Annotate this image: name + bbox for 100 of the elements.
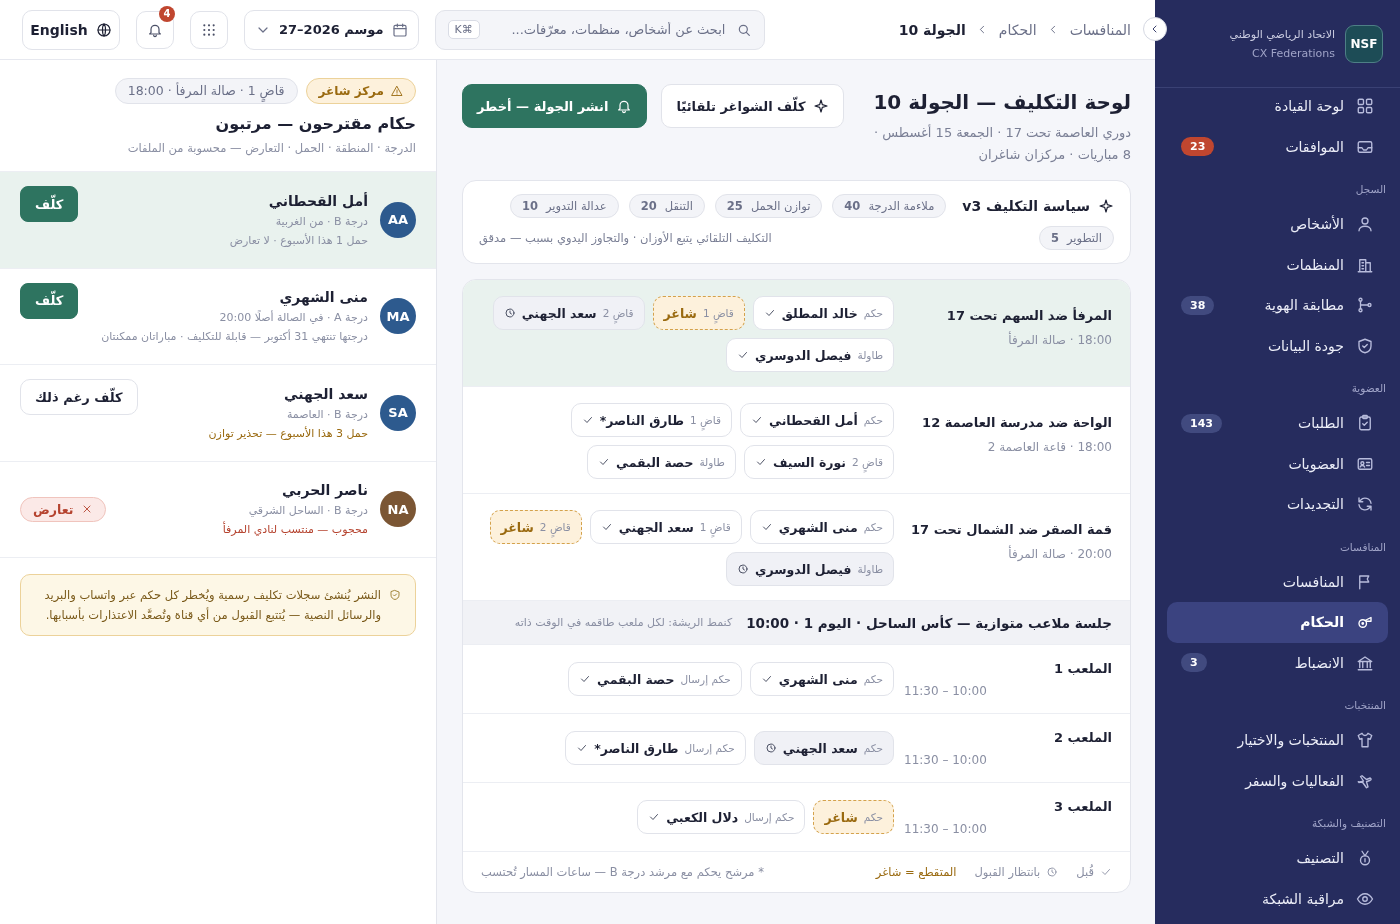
sidebar-item[interactable]: الأشخاص [1167,204,1388,245]
auto-assign-button[interactable]: كلّف الشواغر تلقائيًا [661,84,845,128]
bell-icon [616,98,633,114]
sidebar-item[interactable]: الحكام [1167,602,1388,643]
breadcrumb-link[interactable]: الحكام [998,21,1037,38]
assignment-chip[interactable]: قاضٍ 2 نورة السيف [743,445,894,479]
sidebar-item[interactable]: الفعاليات والسفر [1167,760,1388,801]
breadcrumb-link[interactable]: المنافسات [1069,21,1131,38]
check-icon [754,456,767,468]
avatar: MA [380,298,416,335]
sidebar-item[interactable]: العضويات [1167,443,1388,484]
candidate-detail: درجة B · العاصمة [285,407,368,421]
vacant-slot[interactable]: حكم شاغر [813,800,894,834]
legend-note: * مرشح يحكم مع مرشد درجة B — ساعات المسار تُحتسب [481,865,764,879]
assignment-chip[interactable]: قاضٍ 1 طارق الناصر* [570,403,732,437]
court-time: 10:00 – 11:30 [903,752,988,767]
match-meta: 18:00 · صالة المرفأ [1007,333,1112,347]
sidebar-item[interactable]: جودة البيانات [1167,325,1388,366]
check-icon [581,414,594,426]
match-title: قمة الصقر ضد الشمال تحت 17 [910,522,1112,537]
sidebar-item[interactable]: التصنيف [1167,838,1388,879]
vacant-slot[interactable]: قاضٍ 1 شاغر [652,296,745,330]
logo: NSF [1345,24,1383,63]
assignment-chip[interactable]: حكم إرسال طارق الناصر* [565,731,746,765]
org-name: الاتحاد الرياضي الوطني [1229,27,1335,41]
count-badge: 143 [1181,413,1222,433]
refresh-icon [1356,495,1374,514]
avatar: SA [380,394,416,431]
notification-badge: 4 [159,5,175,22]
sidebar-item[interactable]: التجديدات [1167,484,1388,525]
shirt-icon [1356,731,1374,750]
assignment-chip[interactable]: قاضٍ 2 سعد الجهني [492,296,645,330]
sidebar-item[interactable]: المنظمات [1167,244,1388,285]
vacant-slot[interactable]: قاضٍ 2 شاغر [489,510,582,544]
person-icon [1356,215,1374,234]
check-icon [760,521,773,533]
match-row[interactable]: الواحة ضد مدرسة العاصمة 12 18:00 · قاعة العاصمة 2 حكم أمل القحطاني قاضٍ 1 طارق الناصر* قاضٍ 2 نورة السيف طاولة حصة البقمي [463,387,1130,494]
assignment-chip[interactable]: حكم سعد الجهني [753,731,894,765]
collapse-button[interactable] [1143,17,1167,41]
panel-title: حكام مقترحون — مرتبون [214,114,416,133]
sidebar-item[interactable]: لوحة القيادة [1167,86,1388,127]
match-row[interactable]: المرفأ ضد السهم تحت 17 18:00 · صالة المرفأ حكم خالد المطلق قاضٍ 1 شاغر قاضٍ 2 سعد الجهني طاولة فيصل الدوسري [463,280,1130,387]
language-button[interactable]: English [22,9,120,50]
section-heading: المنتخبات [1343,698,1387,713]
slot-info: قاضٍ 1 · صالة المرفأ · 18:00 [114,78,298,104]
sidebar-item[interactable]: المنتخبات والاختيار [1167,720,1388,761]
assignment-chip[interactable]: حكم أمل القحطاني [740,403,894,437]
assignment-chip[interactable]: حكم إرسال دلال الكعبي [637,800,806,834]
assignment-chip[interactable]: حكم خالد المطلق [752,296,894,330]
grid-icon [1356,97,1374,116]
notice-text: النشر يُنشئ سجلات تكليف رسمية ويُخطر كل حكم عبر واتساب والبريد والرسائل النصية — يُتتبع القبول من أي قناة وتُصعَّد الاعتذارات بأسبابها. [43,587,381,624]
count-badge: 38 [1181,295,1215,315]
section-heading: السجل [1354,182,1387,197]
assignment-chip[interactable]: طاولة فيصل الدوسري [725,552,894,586]
court-title: الملعب 3 [1052,798,1112,814]
assignment-chip[interactable]: حكم منى الشهري [749,510,894,544]
candidate-name: أمل القحطاني [267,192,368,209]
match-row[interactable]: قمة الصقر ضد الشمال تحت 17 20:00 · صالة المرفأ حكم منى الشهري قاضٍ 1 سعد الجهني قاضٍ 2 شاغر طاولة فيصل الدوسري [463,494,1130,601]
section-heading: العضوية [1350,381,1387,397]
assign-anyway-button[interactable]: كلّف رغم ذلك [20,379,138,415]
publish-button[interactable]: انشر الجولة — أخطر [462,84,648,128]
page-subtitle: دوري العاصمة تحت 17 · الجمعة 15 أغسطس · 8 مباريات · مركزان شاغران [872,123,1131,165]
assign-button[interactable]: كلّف [20,282,79,319]
apps-grid-icon [201,21,217,38]
candidate-name: منى الشهري [278,289,368,306]
branch-icon [1356,296,1374,315]
panel-subtitle: الدرجة · المنطقة · الحمل · التعارض — محسوبة من الملفات [126,141,416,155]
candidate-status: درجتها تنتهي 31 أكتوبر — قابلة للتكليف · مباراتان ممكنتان [101,330,368,344]
shield-icon [389,589,401,601]
check-icon [751,414,763,426]
candidate-name: ناصر الحربي [281,482,368,499]
match-meta: 18:00 · قاعة العاصمة 2 [986,440,1112,454]
language-icon [95,21,112,38]
avatar: AA [380,201,416,238]
check-icon [648,811,661,823]
clipboard-icon [1356,414,1374,433]
sparkle-icon [1098,198,1114,214]
section-heading: المنافسات [1338,539,1387,555]
conflict-badge: تعارض [20,496,107,522]
clock-icon [736,563,749,575]
assignment-chip[interactable]: طاولة فيصل الدوسري [725,338,894,372]
warning-icon [391,85,403,97]
assignment-chip[interactable]: حكم إرسال حصة البقمي [568,662,742,696]
candidate-name: سعد الجهني [283,385,368,402]
assignment-chip[interactable]: طاولة حصة البقمي [587,445,736,479]
assignment-chip[interactable]: حكم منى الشهري [749,662,894,696]
assign-button[interactable]: كلّف [20,186,79,222]
page-title: لوحة التكليف — الجولة 10 [872,90,1131,114]
sidebar-item[interactable]: المنافسات [1167,561,1388,602]
sidebar-item[interactable]: مراقبة الشبكة [1167,878,1388,919]
assignment-chip[interactable]: قاضٍ 1 سعد الجهني [589,510,742,544]
sparkle-icon [813,98,830,114]
candidate-detail: درجة B · الساحل الشرقي [247,504,368,518]
session-note: كنمط الريشة: لكل ملعب طاقمه في الوقت ذاته [514,616,733,629]
section-heading: التصنيف والشبكة [1310,816,1387,832]
check-icon [579,673,592,685]
match-title: الواحة ضد مدرسة العاصمة 12 [921,415,1112,430]
season-dropdown[interactable]: موسم 2026–27 [244,9,419,50]
count-badge: 23 [1181,137,1215,157]
check-icon [1100,866,1112,878]
